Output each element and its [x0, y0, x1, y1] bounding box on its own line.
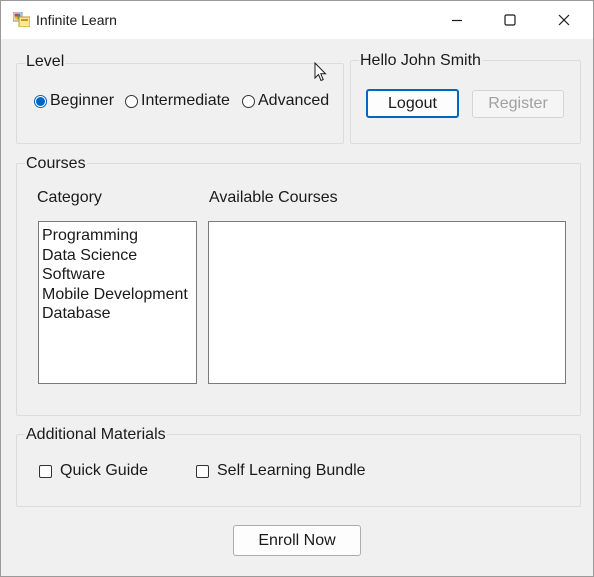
close-icon [558, 14, 570, 26]
radio-advanced[interactable]: Advanced [242, 92, 329, 110]
list-item[interactable]: Mobile Development [39, 285, 196, 305]
radio-intermediate[interactable]: Intermediate [125, 92, 230, 110]
window-title: Infinite Learn [36, 12, 117, 28]
radio-label-beginner: Beginner [50, 92, 115, 109]
greeting-text: Hello John Smith [359, 52, 482, 70]
mouse-cursor-icon [314, 61, 327, 87]
radio-circle-checked[interactable] [34, 94, 47, 108]
register-button: Register [472, 90, 564, 118]
title-bar[interactable]: Infinite Learn [1, 1, 593, 39]
close-button[interactable] [537, 1, 591, 39]
level-group-title: Level [25, 53, 66, 71]
available-courses-listbox[interactable] [208, 221, 566, 384]
checkbox-quick-guide[interactable]: Quick Guide [39, 462, 148, 480]
app-window: Infinite Learn Level Beginner Intermedia… [0, 0, 594, 577]
category-label: Category [37, 189, 102, 206]
list-item[interactable]: Database [39, 304, 196, 324]
available-courses-label: Available Courses [209, 189, 338, 206]
enroll-now-button[interactable]: Enroll Now [233, 525, 361, 556]
maximize-button[interactable] [483, 1, 537, 39]
radio-beginner[interactable]: Beginner [34, 92, 114, 110]
list-item[interactable]: Programming [39, 226, 196, 246]
checkbox-label-quick-guide: Quick Guide [60, 462, 149, 479]
minimize-icon [452, 19, 462, 22]
maximize-icon [504, 14, 516, 26]
radio-label-advanced: Advanced [258, 92, 330, 109]
checkbox-self-learning-bundle[interactable]: Self Learning Bundle [196, 462, 366, 480]
checkbox-box[interactable] [39, 464, 52, 478]
radio-circle[interactable] [242, 94, 255, 108]
category-listbox[interactable]: Programming Data Science Software Mobile… [38, 221, 197, 384]
radio-label-intermediate: Intermediate [141, 92, 230, 109]
app-icon [12, 11, 31, 28]
logout-button[interactable]: Logout [366, 89, 459, 118]
radio-circle[interactable] [125, 94, 138, 108]
list-item[interactable]: Software [39, 265, 196, 285]
list-item[interactable]: Data Science [39, 246, 196, 266]
checkbox-label-self-learning-bundle: Self Learning Bundle [217, 462, 366, 479]
materials-group-title: Additional Materials [25, 426, 167, 444]
checkbox-box[interactable] [196, 464, 209, 478]
courses-group-title: Courses [25, 155, 87, 173]
minimize-button[interactable] [430, 1, 484, 39]
